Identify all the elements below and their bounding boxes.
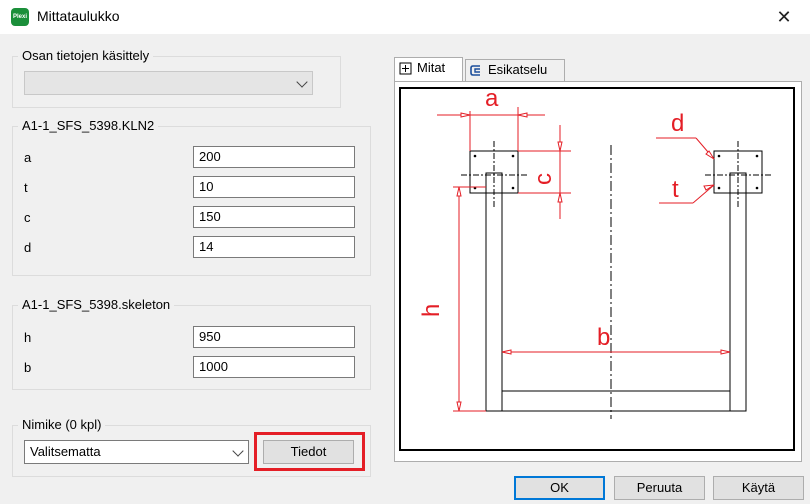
close-icon[interactable]: ✕ <box>764 2 804 32</box>
field-label-a: a <box>24 150 32 165</box>
dimension-drawing: a d t b c h <box>399 85 795 451</box>
window-title: Mittataulukko <box>37 8 120 24</box>
field-t-input[interactable]: 10 <box>193 176 355 198</box>
field-label-t: t <box>24 180 28 195</box>
dim-label-h: h <box>418 304 445 317</box>
chevron-down-icon <box>296 76 308 88</box>
nimike-label: Nimike (0 kpl) <box>18 417 106 433</box>
kln2-group-label: A1-1_SFS_5398.KLN2 <box>18 118 159 134</box>
app-icon: Plexi <box>11 8 29 26</box>
preview-icon <box>470 65 480 76</box>
tab-dimensions-label: Mitat <box>417 60 446 75</box>
dim-label-d: d <box>671 110 684 137</box>
dimensions-panel: a d t b c h <box>394 81 802 462</box>
field-h-input[interactable]: 950 <box>193 326 355 348</box>
title-bar: Plexi Mittataulukko ✕ <box>0 0 810 34</box>
tab-dimensions[interactable]: Mitat <box>394 57 463 81</box>
tab-preview[interactable]: Esikatselu <box>465 59 565 81</box>
dim-label-b: b <box>597 324 610 351</box>
skeleton-group-label: A1-1_SFS_5398.skeleton <box>18 297 175 313</box>
ok-button[interactable]: OK <box>514 476 605 500</box>
cancel-button[interactable]: Peruuta <box>614 476 705 500</box>
field-label-h: h <box>24 330 32 345</box>
tab-preview-label: Esikatselu <box>488 62 548 77</box>
field-label-c: c <box>24 210 31 225</box>
nimike-select[interactable]: Valitsematta <box>24 440 249 464</box>
apply-button[interactable]: Käytä <box>713 476 804 500</box>
part-handling-select[interactable] <box>24 71 313 95</box>
field-a-input[interactable]: 200 <box>193 146 355 168</box>
part-handling-label: Osan tietojen käsittely <box>18 48 154 64</box>
field-c-input[interactable]: 150 <box>193 206 355 228</box>
highlight-box <box>254 432 365 471</box>
field-label-b: b <box>24 360 32 375</box>
field-d-input[interactable]: 14 <box>193 236 355 258</box>
nimike-select-value: Valitsematta <box>30 444 101 459</box>
field-label-d: d <box>24 240 32 255</box>
dim-label-t: t <box>672 176 679 203</box>
field-b-input[interactable]: 1000 <box>193 356 355 378</box>
dim-label-c: c <box>530 173 557 185</box>
frame-drawing: a d t b c h <box>418 85 771 419</box>
chevron-down-icon <box>232 445 244 457</box>
dim-label-a: a <box>485 89 499 112</box>
dimension-icon <box>399 62 412 75</box>
